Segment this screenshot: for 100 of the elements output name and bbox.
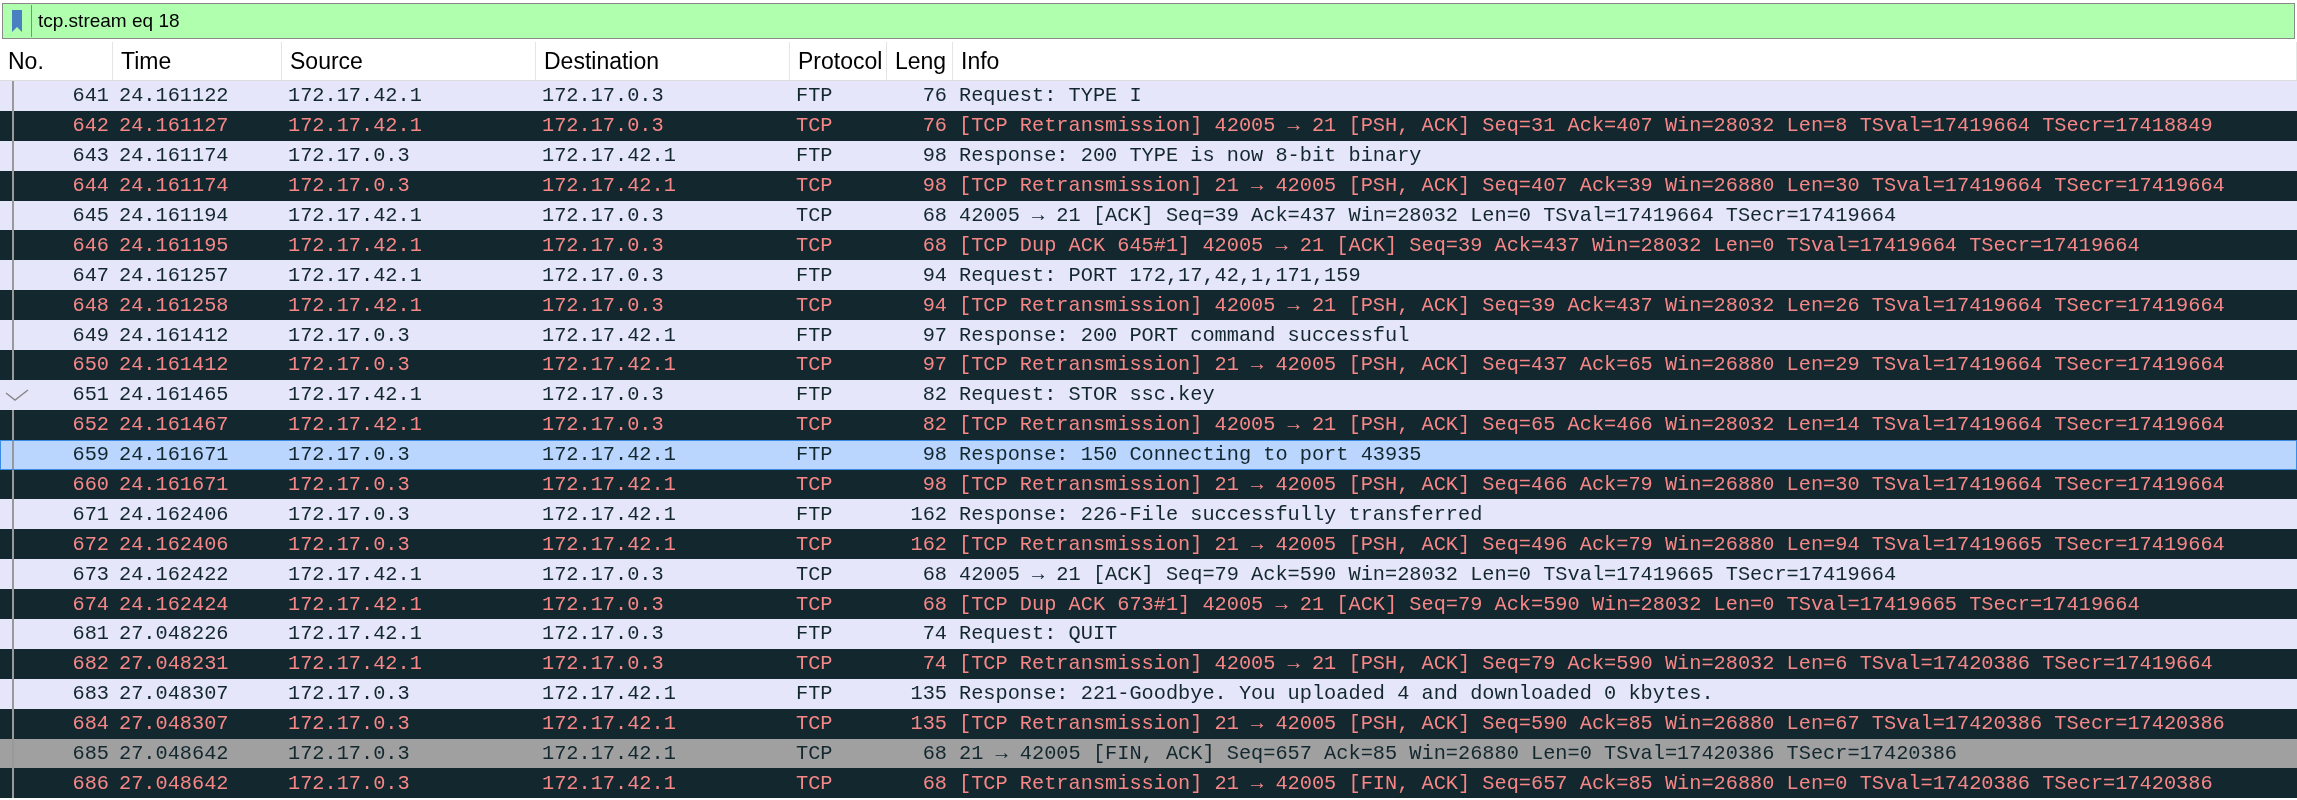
info-cell-text: [TCP Retransmission] 21 → 42005 [PSH, ACK] Seq=466 Ack=79 Win=26880 Len=30 TSval=17419664 TSecr=17419664 [958,473,2226,496]
info-cell-text: [TCP Retransmission] 21 → 42005 [PSH, ACK] Seq=590 Ack=85 Win=26880 Len=67 TSval=17420386 TSecr=17420386 [958,712,2226,736]
packet-number: 643 [72,144,110,168]
source-cell-text: 172.17.42.1 [287,562,423,586]
column-header[interactable]: Protocol [790,42,887,80]
packet-number: 682 [72,652,110,676]
time-cell-text: 24.161671 [118,473,230,496]
packet-number: 685 [72,742,110,766]
length-cell-text: 98 [921,443,948,467]
length-cell-text: 162 [909,532,948,556]
display-filter-field[interactable]: tcp.stream eq 18 [2,3,2295,39]
length-cell-text: 135 [909,682,948,706]
time-cell-text: 24.161127 [118,114,230,138]
destination-cell-text: 172.17.0.3 [541,592,665,616]
length-cell-text: 68 [921,204,948,227]
column-header[interactable]: Leng [887,42,953,80]
column-header[interactable]: Destination [536,42,790,80]
protocol-cell-text: FTP [795,84,834,108]
packet-row[interactable]: 641 24.161122 172.17.42.1 172.17.0.3 FTP 76 Request: TYPE I [0,81,2297,111]
column-header[interactable]: Info [953,42,2297,80]
info-cell-text: 42005 → 21 [ACK] Seq=79 Ack=590 Win=28032 Len=0 TSval=17419665 TSecr=17419664 [958,562,1898,586]
time-cell-text: 24.161258 [118,293,230,317]
destination-cell-text: 172.17.0.3 [541,233,665,257]
column-header[interactable]: Source [282,42,536,80]
source-cell-text: 172.17.42.1 [287,413,423,437]
source-cell-text: 172.17.42.1 [287,293,423,317]
packet-row[interactable]: 681 27.048226 172.17.42.1 172.17.0.3 FTP 74 Request: QUIT [0,619,2297,649]
source-cell-text: 172.17.0.3 [287,502,411,526]
protocol-cell-text: TCP [795,712,834,736]
packet-row[interactable]: 647 24.161257 172.17.42.1 172.17.0.3 FTP 94 Request: PORT 172,17,42,1,171,159 [0,260,2297,291]
packet-row[interactable]: 685 27.048642 172.17.0.3 172.17.42.1 TCP 68 21 → 42005 [FIN, ACK] Seq=657 Ack=85 Win=26880 Len=0 TSval=17420386 TSecr=17420386 [0,738,2297,769]
packet-number: 652 [72,413,110,437]
packet-row[interactable]: 652 24.161467 172.17.42.1 172.17.0.3 TCP 82 [TCP Retransmission] 42005 → 21 [PSH, ACK] Seq=65 Ack=466 Win=28032 Len=14 TSval=17419664 TSecr=17419664 [0,409,2297,440]
destination-cell-text: 172.17.0.3 [541,562,665,586]
source-cell-text: 172.17.0.3 [287,771,411,795]
protocol-cell-text: TCP [795,204,834,227]
length-cell-text: 98 [921,473,948,496]
protocol-cell-text: TCP [795,771,834,795]
column-header[interactable]: No. [0,42,113,80]
destination-cell-text: 172.17.0.3 [541,413,665,437]
destination-cell-text: 172.17.0.3 [541,204,665,227]
destination-cell-text: 172.17.0.3 [541,383,665,407]
protocol-cell-text: TCP [795,592,834,616]
length-cell-text: 94 [921,293,948,317]
length-cell-text: 98 [921,144,948,168]
packet-row[interactable]: 660 24.161671 172.17.0.3 172.17.42.1 TCP 98 [TCP Retransmission] 21 → 42005 [PSH, ACK] Seq=466 Ack=79 Win=26880 Len=30 TSval=17419664 TSecr=17419664 [0,469,2297,500]
packet-row[interactable]: 672 24.162406 172.17.0.3 172.17.42.1 TCP 162 [TCP Retransmission] 21 → 42005 [PSH, ACK] Seq=496 Ack=79 Win=26880 Len=94 TSval=17419665 TSecr=17419664 [0,529,2297,560]
length-cell-text: 98 [921,174,948,198]
time-cell-text: 24.161467 [118,413,230,437]
destination-cell-text: 172.17.42.1 [541,174,677,198]
packet-row[interactable]: 644 24.161174 172.17.0.3 172.17.42.1 TCP 98 [TCP Retransmission] 21 → 42005 [PSH, ACK] Seq=407 Ack=39 Win=26880 Len=30 TSval=17419664 TSecr=17419664 [0,170,2297,201]
destination-cell-text: 172.17.0.3 [541,652,665,676]
info-cell-text: Response: 226-File successfully transferred [958,502,1484,526]
packet-row[interactable]: 686 27.048642 172.17.0.3 172.17.42.1 TCP 68 [TCP Retransmission] 21 → 42005 [FIN, ACK] Seq=657 Ack=85 Win=26880 Len=0 TSval=17420386 TSecr=17420386 [0,768,2297,799]
info-cell-text: Response: 200 TYPE is now 8-bit binary [958,144,1423,168]
info-cell-text: [TCP Retransmission] 21 → 42005 [FIN, ACK] Seq=657 Ack=85 Win=26880 Len=0 TSval=17420386 TSecr=17420386 [958,771,2214,795]
packet-row[interactable]: 645 24.161194 172.17.42.1 172.17.0.3 TCP 68 42005 → 21 [ACK] Seq=39 Ack=437 Win=28032 Len=0 TSval=17419664 TSecr=17419664 [0,200,2297,231]
length-cell-text: 135 [909,712,948,736]
length-cell-text: 68 [921,742,948,766]
length-cell-text: 162 [909,502,948,526]
destination-cell-text: 172.17.0.3 [541,114,665,138]
source-cell-text: 172.17.0.3 [287,532,411,556]
packet-row[interactable]: 649 24.161412 172.17.0.3 172.17.42.1 FTP 97 Response: 200 PORT command successful [0,320,2297,350]
packet-row[interactable]: 642 24.161127 172.17.42.1 172.17.0.3 TCP 76 [TCP Retransmission] 42005 → 21 [PSH, ACK] Seq=31 Ack=407 Win=28032 Len=8 TSval=17419664 TSecr=17418849 [0,110,2297,141]
protocol-cell-text: TCP [795,652,834,676]
time-cell-text: 24.161671 [118,443,230,467]
protocol-cell-text: FTP [795,144,834,168]
length-cell-text: 82 [921,413,948,437]
source-cell-text: 172.17.0.3 [287,353,411,377]
packet-number: 641 [72,84,110,108]
column-header[interactable]: Time [113,42,282,80]
length-cell-text: 68 [921,771,948,795]
info-cell-text: Response: 200 PORT command successful [958,323,1411,347]
destination-cell-text: 172.17.42.1 [541,443,677,467]
packet-number: 647 [72,263,110,287]
protocol-cell-text: FTP [795,502,834,526]
packet-number: 686 [72,771,110,795]
info-cell-text: [TCP Retransmission] 42005 → 21 [PSH, ACK] Seq=79 Ack=590 Win=28032 Len=6 TSval=17420386 TSecr=17419664 [958,652,2214,676]
info-cell-text: [TCP Dup ACK 645#1] 42005 → 21 [ACK] Seq=39 Ack=437 Win=28032 Len=0 TSval=17419664 TSecr=17419664 [958,233,2141,257]
packet-row[interactable]: 671 24.162406 172.17.0.3 172.17.42.1 FTP 162 Response: 226-File successfully transferred [0,499,2297,530]
packet-row[interactable]: 643 24.161174 172.17.0.3 172.17.42.1 FTP 98 Response: 200 TYPE is now 8-bit binary [0,140,2297,171]
source-cell-text: 172.17.42.1 [287,84,423,108]
packet-row[interactable]: 650 24.161412 172.17.0.3 172.17.42.1 TCP 97 [TCP Retransmission] 21 → 42005 [PSH, ACK] Seq=437 Ack=65 Win=26880 Len=29 TSval=17419664 TSecr=17419664 [0,350,2297,380]
packet-row[interactable]: 684 27.048307 172.17.0.3 172.17.42.1 TCP 135 [TCP Retransmission] 21 → 42005 [PSH, ACK] Seq=590 Ack=85 Win=26880 Len=67 TSval=17420386 TSecr=17420386 [0,708,2297,739]
packet-row[interactable]: 659 24.161671 172.17.0.3 172.17.42.1 FTP 98 Response: 150 Connecting to port 43935 [0,439,2297,470]
packet-row[interactable]: 648 24.161258 172.17.42.1 172.17.0.3 TCP 94 [TCP Retransmission] 42005 → 21 [PSH, ACK] Seq=39 Ack=437 Win=28032 Len=26 TSval=17419664 TSecr=17419664 [0,290,2297,321]
packet-row[interactable]: 646 24.161195 172.17.42.1 172.17.0.3 TCP 68 [TCP Dup ACK 645#1] 42005 → 21 [ACK] Seq=39 Ack=437 Win=28032 Len=0 TSval=17419664 TSecr=17419664 [0,230,2297,261]
packet-row[interactable]: 651 24.161465 172.17.42.1 172.17.0.3 FTP 82 Request: STOR ssc.key [0,379,2297,410]
packet-row[interactable]: 682 27.048231 172.17.42.1 172.17.0.3 TCP 74 [TCP Retransmission] 42005 → 21 [PSH, ACK] Seq=79 Ack=590 Win=28032 Len=6 TSval=17420386 TSecr=17419664 [0,648,2297,679]
time-cell-text: 24.162406 [118,532,230,556]
protocol-cell-text: TCP [795,473,834,496]
packet-number: 659 [72,443,110,467]
packet-row[interactable]: 673 24.162422 172.17.42.1 172.17.0.3 TCP 68 42005 → 21 [ACK] Seq=79 Ack=590 Win=28032 Len=0 TSval=17419665 TSecr=17419664 [0,559,2297,590]
packet-row[interactable]: 674 24.162424 172.17.42.1 172.17.0.3 TCP 68 [TCP Dup ACK 673#1] 42005 → 21 [ACK] Seq=79 Ack=590 Win=28032 Len=0 TSval=17419665 TSecr=17419664 [0,589,2297,620]
packet-row[interactable]: 683 27.048307 172.17.0.3 172.17.42.1 FTP 135 Response: 221-Goodbye. You uploaded 4 and downloaded 0 kbytes. [0,678,2297,709]
info-cell-text: Response: 221-Goodbye. You uploaded 4 and downloaded 0 kbytes. [958,682,1715,706]
destination-cell-text: 172.17.0.3 [541,84,665,108]
source-cell-text: 172.17.42.1 [287,383,423,407]
length-cell-text: 97 [921,323,948,347]
source-cell-text: 172.17.42.1 [287,592,423,616]
